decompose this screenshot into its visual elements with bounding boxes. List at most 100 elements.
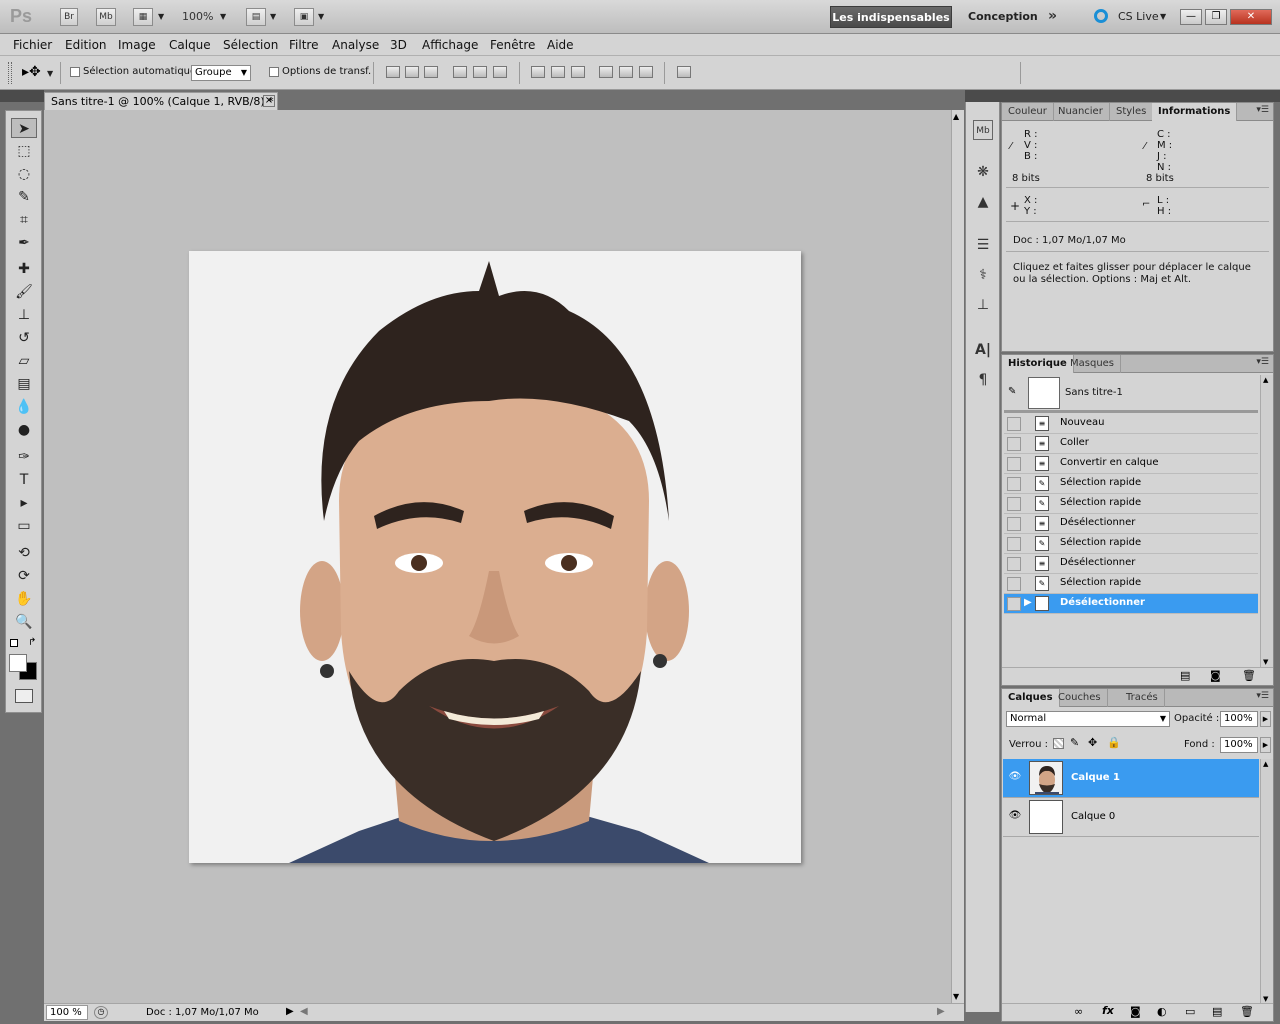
more-workspaces-button[interactable]: » — [1048, 8, 1057, 24]
align-vcenter-icon[interactable] — [405, 66, 419, 78]
brush-tool-icon[interactable]: 🖌 — [11, 282, 37, 302]
layer-name[interactable]: Calque 1 — [1071, 772, 1120, 783]
history-brush-source-box[interactable] — [1007, 437, 1021, 451]
history-brush-source-box[interactable] — [1007, 577, 1021, 591]
panel-menu-icon[interactable]: ▾☰ — [1256, 691, 1269, 701]
tab-informations[interactable]: Informations — [1152, 103, 1238, 121]
status-info-icon[interactable]: ◷ — [94, 1006, 108, 1019]
add-mask-icon[interactable]: ◙ — [1130, 1005, 1141, 1018]
history-state[interactable]: ▶ ≡ Désélectionner — [1004, 594, 1258, 614]
zoom-level[interactable]: 100% — [182, 10, 213, 23]
tab-traces[interactable]: Tracés — [1120, 689, 1165, 707]
layer-row-calque-1[interactable]: 👁 Calque 1 — [1003, 759, 1259, 798]
zoom-chevron-icon[interactable]: ▼ — [220, 12, 226, 21]
history-scrollbar[interactable]: ▲ ▼ — [1260, 375, 1273, 667]
view-extras-chevron-icon[interactable]: ▼ — [158, 12, 164, 21]
healing-brush-tool-icon[interactable]: ✚ — [11, 259, 37, 279]
menu-aide[interactable]: Aide — [547, 38, 574, 52]
quick-selection-tool-icon[interactable]: ✎ — [11, 187, 37, 207]
status-menu-arrow-icon[interactable]: ▶ — [286, 1006, 294, 1017]
history-state[interactable]: ≡ Désélectionner — [1004, 554, 1258, 574]
distribute-top-icon[interactable] — [531, 66, 545, 78]
history-state[interactable]: ✎ Sélection rapide — [1004, 534, 1258, 554]
align-right-icon[interactable] — [493, 66, 507, 78]
bridge-button[interactable]: Br — [60, 8, 78, 26]
paragraph-panel-icon[interactable]: ¶ — [973, 370, 993, 390]
path-selection-tool-icon[interactable]: ▸ — [11, 493, 37, 513]
history-state-slider-icon[interactable]: ▶ — [1024, 597, 1032, 608]
blur-tool-icon[interactable]: 💧 — [11, 397, 37, 417]
document-tab[interactable]: Sans titre-1 @ 100% (Calque 1, RVB/8) * … — [44, 92, 278, 110]
marquee-tool-icon[interactable]: ⬚ — [11, 141, 37, 161]
visibility-eye-icon[interactable]: 👁 — [1007, 771, 1023, 785]
3d-rotate-tool-icon[interactable]: ⟲ — [11, 543, 37, 563]
document-image[interactable] — [189, 251, 801, 863]
minimize-button[interactable]: — — [1180, 9, 1202, 25]
history-state[interactable]: ✎ Sélection rapide — [1004, 494, 1258, 514]
align-top-icon[interactable] — [386, 66, 400, 78]
history-state[interactable]: ≡ Nouveau — [1004, 414, 1258, 434]
menu-edition[interactable]: Edition — [65, 38, 107, 52]
layer-row-calque-0[interactable]: 👁 Calque 0 — [1003, 798, 1259, 837]
auto-select-checkbox[interactable] — [70, 67, 80, 77]
history-brush-source-box[interactable] — [1007, 597, 1021, 611]
fill-field[interactable]: 100% — [1220, 737, 1258, 753]
align-hcenter-icon[interactable] — [473, 66, 487, 78]
tab-couches[interactable]: Couches — [1052, 689, 1108, 707]
fill-slider-arrow-icon[interactable]: ▶ — [1260, 737, 1271, 753]
type-tool-icon[interactable]: T — [11, 470, 37, 490]
layers-scrollbar[interactable]: ▲ ▼ — [1260, 759, 1273, 1004]
swap-colors-icon[interactable]: ↱ — [28, 637, 36, 648]
history-state[interactable]: ✎ Sélection rapide — [1004, 474, 1258, 494]
blend-mode-dropdown[interactable]: Normal ▼ — [1006, 711, 1170, 727]
scroll-up-icon[interactable]: ▲ — [953, 112, 959, 121]
history-brush-source-box[interactable] — [1007, 417, 1021, 431]
character-panel-icon[interactable]: A| — [973, 340, 993, 360]
scroll-right-icon[interactable]: ▶ — [937, 1006, 945, 1017]
lock-all-icon[interactable]: 🔒 — [1107, 736, 1121, 749]
adjustments-panel-icon[interactable]: ☰ — [973, 235, 993, 255]
histogram-panel-icon[interactable]: ▲ — [973, 192, 993, 212]
navigator-panel-icon[interactable]: ❋ — [973, 162, 993, 182]
history-brush-source-box[interactable] — [1007, 477, 1021, 491]
screen-mode-chevron-icon[interactable]: ▼ — [318, 12, 324, 21]
distribute-left-icon[interactable] — [599, 66, 613, 78]
lock-pixels-icon[interactable]: ✎ — [1070, 736, 1079, 749]
actions-panel-icon[interactable]: ⚕ — [973, 265, 993, 285]
3d-orbit-tool-icon[interactable]: ⟳ — [11, 566, 37, 586]
hand-tool-icon[interactable]: ✋ — [11, 589, 37, 609]
new-document-from-state-icon[interactable]: ▤ — [1180, 669, 1190, 682]
history-brush-source-box[interactable] — [1007, 537, 1021, 551]
scroll-left-icon[interactable]: ◀ — [300, 1006, 308, 1017]
auto-select-dropdown[interactable]: Groupe ▼ — [191, 65, 251, 81]
menu-analyse[interactable]: Analyse — [332, 38, 379, 52]
cs-live-chevron-icon[interactable]: ▼ — [1160, 12, 1166, 21]
menu-affichage[interactable]: Affichage — [422, 38, 478, 52]
scroll-down-icon[interactable]: ▼ — [1263, 658, 1268, 666]
history-brush-source-box[interactable] — [1007, 557, 1021, 571]
scroll-up-icon[interactable]: ▲ — [1263, 760, 1268, 768]
move-tool-preset-icon[interactable]: ▸✥ — [22, 64, 41, 80]
foreground-color-swatch[interactable] — [9, 654, 27, 672]
scroll-down-icon[interactable]: ▼ — [953, 992, 959, 1001]
close-window-button[interactable]: ✕ — [1230, 9, 1272, 25]
tab-masques[interactable]: Masques — [1064, 355, 1122, 373]
distribute-right-icon[interactable] — [639, 66, 653, 78]
default-colors-icon[interactable] — [10, 639, 18, 647]
snapshot-brush-icon[interactable]: ✎ — [1008, 386, 1016, 397]
layer-style-icon[interactable]: fx — [1102, 1004, 1114, 1017]
workspace-essentials-button[interactable]: Les indispensables — [830, 6, 952, 28]
opacity-slider-arrow-icon[interactable]: ▶ — [1260, 711, 1271, 727]
panel-menu-icon[interactable]: ▾☰ — [1256, 105, 1269, 115]
menu-calque[interactable]: Calque — [169, 38, 211, 52]
history-state[interactable]: ✎ Sélection rapide — [1004, 574, 1258, 594]
scroll-down-icon[interactable]: ▼ — [1263, 995, 1268, 1003]
new-layer-icon[interactable]: ▤ — [1212, 1005, 1222, 1018]
arrange-documents-button[interactable]: ▤ — [246, 8, 266, 26]
history-state[interactable]: ≡ Convertir en calque — [1004, 454, 1258, 474]
layer-name[interactable]: Calque 0 — [1071, 811, 1115, 822]
lasso-tool-icon[interactable]: ◌ — [11, 164, 37, 184]
history-brush-source-box[interactable] — [1007, 517, 1021, 531]
history-state[interactable]: ≡ Coller — [1004, 434, 1258, 454]
screen-mode-button[interactable]: ▣ — [294, 8, 314, 26]
